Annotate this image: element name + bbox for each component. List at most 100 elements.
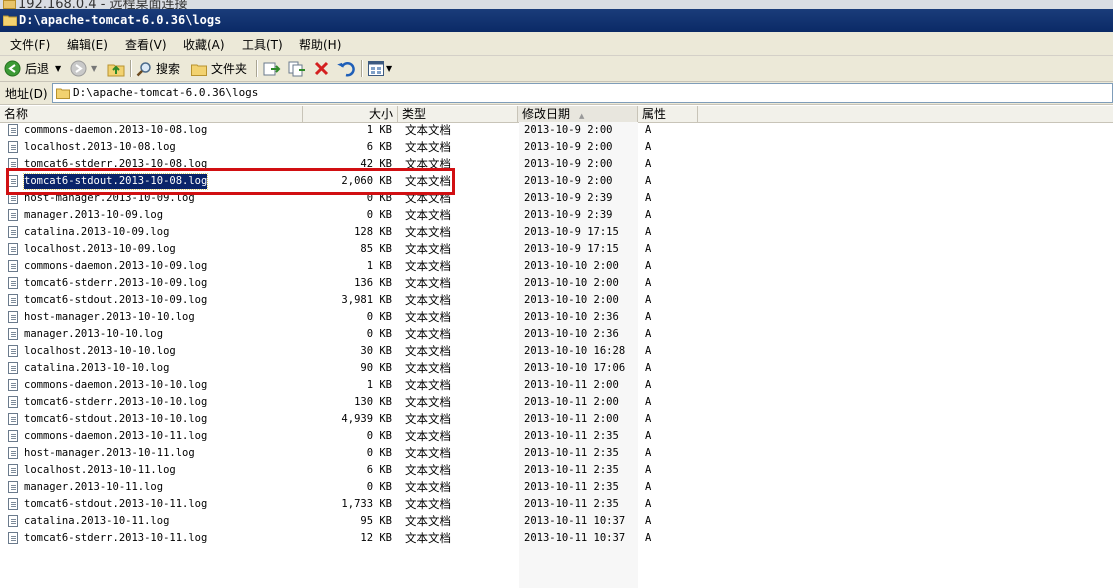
file-name: localhost.2013-10-09.log xyxy=(24,243,176,255)
text-file-icon xyxy=(8,396,18,408)
column-header-size[interactable]: 大小 xyxy=(303,106,398,122)
file-row[interactable]: tomcat6-stderr.2013-10-09.log 136 KB 文本文档 2… xyxy=(0,275,1113,292)
file-name: commons-daemon.2013-10-10.log xyxy=(24,379,208,391)
column-header-modified-label: 修改日期 xyxy=(522,107,571,121)
file-type: 文本文档 xyxy=(405,463,451,477)
file-size: 1 KB xyxy=(366,260,392,272)
file-row[interactable]: catalina.2013-10-10.log 90 KB 文本文档 2013-10-… xyxy=(0,360,1113,377)
file-row[interactable]: localhost.2013-10-09.log 85 KB 文本文档 2013-10… xyxy=(0,241,1113,258)
column-header-name-label: 名称 xyxy=(4,107,29,121)
delete-button[interactable] xyxy=(313,59,330,78)
column-header-attributes[interactable]: 属性 xyxy=(638,106,698,122)
file-row[interactable]: localhost.2013-10-11.log 6 KB 文本文档 2013-10-… xyxy=(0,462,1113,479)
file-row[interactable]: commons-daemon.2013-10-09.log 1 KB 文本文档 201… xyxy=(0,258,1113,275)
file-row[interactable]: localhost.2013-10-10.log 30 KB 文本文档 2013-10… xyxy=(0,343,1113,360)
file-row[interactable]: host-manager.2013-10-11.log 0 KB 文本文档 2013-… xyxy=(0,445,1113,462)
file-attributes: A xyxy=(645,532,652,544)
file-modified: 2013-10-11 10:37 xyxy=(524,515,626,527)
file-row[interactable]: tomcat6-stderr.2013-10-08.log 42 KB 文本文档 20… xyxy=(0,156,1113,173)
forward-button[interactable]: ▼ xyxy=(70,59,97,78)
file-name: commons-daemon.2013-10-11.log xyxy=(24,430,208,442)
file-modified: 2013-10-9 2:00 xyxy=(524,175,613,187)
column-header-name[interactable]: 名称 xyxy=(0,106,303,122)
file-row[interactable]: manager.2013-10-11.log 0 KB 文本文档 2013-10-11… xyxy=(0,479,1113,496)
back-label: 后退 xyxy=(25,62,50,76)
move-to-button[interactable] xyxy=(263,59,281,78)
forward-dropdown-icon[interactable]: ▼ xyxy=(91,64,97,73)
file-row[interactable]: commons-daemon.2013-10-11.log 0 KB 文本文档 201… xyxy=(0,428,1113,445)
file-type: 文本文档 xyxy=(405,123,451,137)
file-row[interactable]: catalina.2013-10-09.log 128 KB 文本文档 2013-10… xyxy=(0,224,1113,241)
file-name: host-manager.2013-10-09.log xyxy=(24,192,195,204)
file-row[interactable]: manager.2013-10-09.log 0 KB 文本文档 2013-10-9 … xyxy=(0,207,1113,224)
file-size: 0 KB xyxy=(366,311,392,323)
file-row[interactable]: host-manager.2013-10-10.log 0 KB 文本文档 2013-… xyxy=(0,309,1113,326)
menu-edit[interactable]: 编辑(E) xyxy=(67,36,108,53)
address-input[interactable]: D:\apache-tomcat-6.0.36\logs xyxy=(52,83,1113,103)
file-type: 文本文档 xyxy=(405,140,451,154)
text-file-icon xyxy=(8,158,18,170)
remote-desktop-titlebar: 192.168.0.4 - 远程桌面连接 xyxy=(0,0,1113,9)
file-row[interactable]: tomcat6-stdout.2013-10-10.log 4,939 KB 文本文… xyxy=(0,411,1113,428)
file-attributes: A xyxy=(645,311,652,323)
column-header-modified[interactable]: 修改日期 ▲ xyxy=(518,106,638,122)
copy-to-button[interactable] xyxy=(288,59,306,78)
file-size: 0 KB xyxy=(366,481,392,493)
file-row[interactable]: tomcat6-stderr.2013-10-10.log 130 KB 文本文档 2… xyxy=(0,394,1113,411)
views-button[interactable]: ▼ xyxy=(368,59,392,78)
window-titlebar[interactable]: D:\apache-tomcat-6.0.36\logs xyxy=(0,9,1113,32)
file-row[interactable]: host-manager.2013-10-09.log 0 KB 文本文档 2013-… xyxy=(0,190,1113,207)
menu-file[interactable]: 文件(F) xyxy=(10,36,50,53)
file-row[interactable]: catalina.2013-10-11.log 95 KB 文本文档 2013-10-… xyxy=(0,513,1113,530)
file-name: host-manager.2013-10-11.log xyxy=(24,447,195,459)
file-row[interactable]: commons-daemon.2013-10-08.log 1 KB 文本文档 201… xyxy=(0,122,1113,139)
file-attributes: A xyxy=(645,481,652,493)
file-row[interactable]: tomcat6-stdout.2013-10-09.log 3,981 KB 文本文… xyxy=(0,292,1113,309)
views-dropdown-icon[interactable]: ▼ xyxy=(386,64,392,73)
file-modified: 2013-10-11 2:35 xyxy=(524,430,619,442)
file-modified: 2013-10-10 2:36 xyxy=(524,328,619,340)
file-attributes: A xyxy=(645,260,652,272)
folders-button[interactable]: 文件夹 xyxy=(191,59,247,78)
file-attributes: A xyxy=(645,192,652,204)
file-name: host-manager.2013-10-10.log xyxy=(24,311,195,323)
file-row[interactable]: tomcat6-stderr.2013-10-11.log 12 KB 文本文档 20… xyxy=(0,530,1113,547)
views-icon xyxy=(368,61,384,76)
file-attributes: A xyxy=(645,362,652,374)
back-dropdown-icon[interactable]: ▼ xyxy=(55,64,61,73)
file-modified: 2013-10-11 2:00 xyxy=(524,396,619,408)
menu-view[interactable]: 查看(V) xyxy=(125,36,167,53)
file-row[interactable]: tomcat6-stdout.2013-10-08.log 2,060 KB 文本文… xyxy=(0,173,1113,190)
folders-label: 文件夹 xyxy=(211,62,248,76)
menu-tools[interactable]: 工具(T) xyxy=(242,36,283,53)
text-file-icon xyxy=(8,243,18,255)
column-header-type-label: 类型 xyxy=(402,107,427,121)
menu-help[interactable]: 帮助(H) xyxy=(299,36,341,53)
search-label: 搜索 xyxy=(156,62,181,76)
text-file-icon xyxy=(8,124,18,136)
column-header-type[interactable]: 类型 xyxy=(398,106,518,122)
file-size: 1 KB xyxy=(366,124,392,136)
file-row[interactable]: commons-daemon.2013-10-10.log 1 KB 文本文档 201… xyxy=(0,377,1113,394)
file-attributes: A xyxy=(645,515,652,527)
file-row[interactable]: localhost.2013-10-08.log 6 KB 文本文档 2013-10-… xyxy=(0,139,1113,156)
search-button[interactable]: 搜索 xyxy=(136,59,180,78)
file-name: tomcat6-stdout.2013-10-09.log xyxy=(24,294,208,306)
menu-favorites[interactable]: 收藏(A) xyxy=(183,36,225,53)
file-size: 0 KB xyxy=(366,209,392,221)
file-attributes: A xyxy=(645,328,652,340)
file-row[interactable]: tomcat6-stdout.2013-10-11.log 1,733 KB 文本文… xyxy=(0,496,1113,513)
up-button[interactable] xyxy=(107,59,125,78)
file-type: 文本文档 xyxy=(405,157,451,171)
forward-arrow-icon xyxy=(70,60,87,77)
file-attributes: A xyxy=(645,141,652,153)
undo-button[interactable] xyxy=(337,59,355,78)
file-size: 0 KB xyxy=(366,192,392,204)
file-row[interactable]: manager.2013-10-10.log 0 KB 文本文档 2013-10-10… xyxy=(0,326,1113,343)
back-button[interactable]: 后退 ▼ xyxy=(4,59,61,78)
file-modified: 2013-10-10 2:36 xyxy=(524,311,619,323)
file-size: 1 KB xyxy=(366,379,392,391)
file-attributes: A xyxy=(645,175,652,187)
file-type: 文本文档 xyxy=(405,174,451,188)
undo-icon xyxy=(337,62,355,77)
